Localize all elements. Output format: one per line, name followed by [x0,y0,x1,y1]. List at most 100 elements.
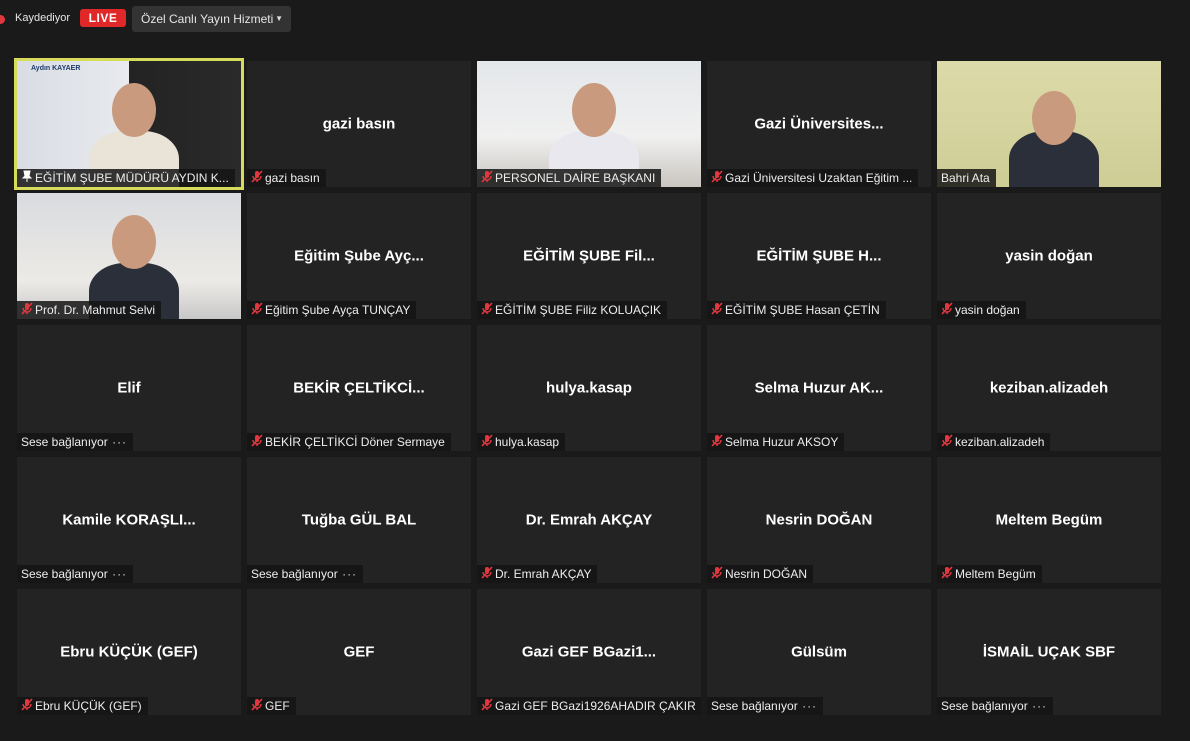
connecting-dots-icon: ··· [107,435,128,449]
participant-label-text: Gazi GEF BGazi1926AHADIR ÇAKIR [495,699,696,713]
participant-name-label: Selma Huzur AKSOY [707,433,845,451]
muted-mic-icon [711,434,725,451]
participant-label-text: Sese bağlanıyor [21,435,108,449]
participant-name-label: Sese bağlanıyor ··· [707,697,824,715]
participant-label-text: hulya.kasap [495,435,560,449]
connecting-dots-icon: ··· [337,567,358,581]
participant-tile[interactable]: BEKİR ÇELTİKCİ... BEKİR ÇELTİKCİ Döner Se… [247,325,471,451]
participant-display-name: BEKİR ÇELTİKCİ... [293,379,425,397]
muted-mic-icon [711,302,725,319]
video-banner-text: Aydın KAYAER [31,65,81,72]
participant-name-label: gazi basın [247,169,326,187]
participant-tile[interactable]: Nesrin DOĞAN Nesrin DOĞAN [707,457,931,583]
participant-name-label: GEF [247,697,296,715]
muted-mic-icon [251,302,265,319]
participant-name-label: Gazi GEF BGazi1926AHADIR ÇAKIR [477,697,701,715]
participant-display-name: Nesrin DOĞAN [765,511,873,529]
participant-tile[interactable]: Bahri Ata [937,61,1161,187]
person-head [112,215,156,269]
participant-name-label: EĞİTİM ŞUBE Filiz KOLUAÇIK [477,301,668,319]
caret-down-icon: ▼ [275,14,283,23]
person-head [112,83,156,137]
participant-label-text: Bahri Ata [941,171,990,185]
participant-tile[interactable]: EĞİTİM ŞUBE Fil... EĞİTİM ŞUBE Filiz KOLU… [477,193,701,319]
live-service-dropdown[interactable]: Özel Canlı Yayın Hizmeti ▼ [132,6,291,32]
participant-tile[interactable]: keziban.alizadeh keziban.alizadeh [937,325,1161,451]
participant-tile[interactable]: Kamile KORAŞLI... Sese bağlanıyor ··· [17,457,241,583]
participant-display-name: EĞİTİM ŞUBE Fil... [523,247,655,265]
participant-label-text: gazi basın [265,171,320,185]
participant-name-label: Gazi Üniversitesi Uzaktan Eğitim ... [707,169,919,187]
participant-tile[interactable]: İSMAİL UÇAK SBF Sese bağlanıyor ··· [937,589,1161,715]
participant-name-label: hulya.kasap [477,433,566,451]
participant-display-name: Gazi GEF BGazi1... [521,643,657,661]
participant-tile[interactable]: Aydın KAYAER EĞİTİM ŞUBE MÜDÜRÜ AYDIN K..… [14,58,244,190]
muted-mic-icon [481,170,495,187]
participant-label-text: EĞİTİM ŞUBE MÜDÜRÜ AYDIN K... [35,171,229,185]
participant-tile[interactable]: Selma Huzur AK... Selma Huzur AKSOY [707,325,931,451]
participant-name-label: yasin doğan [937,301,1026,319]
participant-name-label: Sese bağlanıyor ··· [17,565,134,583]
participant-tile[interactable]: Tuğba GÜL BAL Sese bağlanıyor ··· [247,457,471,583]
participant-name-label: Meltem Begüm [937,565,1042,583]
muted-mic-icon [481,566,495,583]
participant-tile[interactable]: EĞİTİM ŞUBE H... EĞİTİM ŞUBE Hasan ÇETİN [707,193,931,319]
participant-tile[interactable]: yasin doğan yasin doğan [937,193,1161,319]
participant-tile[interactable]: Gülsüm Sese bağlanıyor ··· [707,589,931,715]
participant-label-text: Selma Huzur AKSOY [725,435,839,449]
muted-mic-icon [941,566,955,583]
participant-label-text: GEF [265,699,290,713]
participant-display-name: Kamile KORAŞLI... [62,511,196,529]
live-badge[interactable]: LIVE [80,9,126,27]
muted-mic-icon [711,170,725,187]
participant-display-name: Ebru KÜÇÜK (GEF) [60,643,198,661]
participant-tile[interactable]: GEF GEF [247,589,471,715]
participant-tile[interactable]: Gazi Üniversites... Gazi Üniversitesi Uza… [707,61,931,187]
muted-mic-icon [251,434,265,451]
muted-mic-icon [711,566,725,583]
participant-name-label: Dr. Emrah AKÇAY [477,565,598,583]
muted-mic-icon [21,302,35,319]
pin-icon [21,170,35,187]
participant-label-text: EĞİTİM ŞUBE Hasan ÇETİN [725,303,880,317]
participant-tile[interactable]: Prof. Dr. Mahmut Selvi [17,193,241,319]
muted-mic-icon [251,170,265,187]
participant-name-label: PERSONEL DAİRE BAŞKANI [477,169,662,187]
participant-tile[interactable]: Ebru KÜÇÜK (GEF) Ebru KÜÇÜK (GEF) [17,589,241,715]
participant-tile[interactable]: PERSONEL DAİRE BAŞKANI [477,61,701,187]
participant-name-label: Nesrin DOĞAN [707,565,814,583]
participant-name-label: Sese bağlanıyor ··· [17,433,134,451]
participant-display-name: GEF [343,643,375,661]
recording-icon [0,15,5,24]
participant-tile[interactable]: Elif Sese bağlanıyor ··· [17,325,241,451]
participant-label-text: Dr. Emrah AKÇAY [495,567,592,581]
participant-tile[interactable]: Gazi GEF BGazi1... Gazi GEF BGazi1926AHAD… [477,589,701,715]
participant-name-label: Ebru KÜÇÜK (GEF) [17,697,148,715]
muted-mic-icon [251,698,265,715]
participant-display-name: İSMAİL UÇAK SBF [982,643,1116,661]
participant-display-name: hulya.kasap [546,379,632,397]
muted-mic-icon [481,434,495,451]
participant-display-name: Selma Huzur AK... [754,379,884,397]
participant-display-name: keziban.alizadeh [989,379,1109,397]
participant-tile[interactable]: Eğitim Şube Ayç... Eğitim Şube Ayça TUNÇA… [247,193,471,319]
participant-name-label: Eğitim Şube Ayça TUNÇAY [247,301,417,319]
muted-mic-icon [481,698,495,715]
participant-label-text: EĞİTİM ŞUBE Filiz KOLUAÇIK [495,303,662,317]
participant-label-text: Sese bağlanıyor [251,567,338,581]
participant-display-name: EĞİTİM ŞUBE H... [756,247,882,265]
participant-label-text: Gazi Üniversitesi Uzaktan Eğitim ... [725,171,913,185]
participant-tile[interactable]: gazi basın gazi basın [247,61,471,187]
participant-tile[interactable]: Dr. Emrah AKÇAY Dr. Emrah AKÇAY [477,457,701,583]
participant-display-name: gazi basın [322,115,396,133]
participant-tile[interactable]: Meltem Begüm Meltem Begüm [937,457,1161,583]
person-head [572,83,616,137]
participant-label-text: keziban.alizadeh [955,435,1045,449]
connecting-dots-icon: ··· [107,567,128,581]
participant-label-text: BEKİR ÇELTİKCİ Döner Sermaye [265,435,445,449]
participant-display-name: Meltem Begüm [995,511,1103,529]
participant-name-label: keziban.alizadeh [937,433,1051,451]
participant-tile[interactable]: hulya.kasap hulya.kasap [477,325,701,451]
participant-name-label: BEKİR ÇELTİKCİ Döner Sermaye [247,433,451,451]
participant-display-name: Tuğba GÜL BAL [301,511,417,529]
